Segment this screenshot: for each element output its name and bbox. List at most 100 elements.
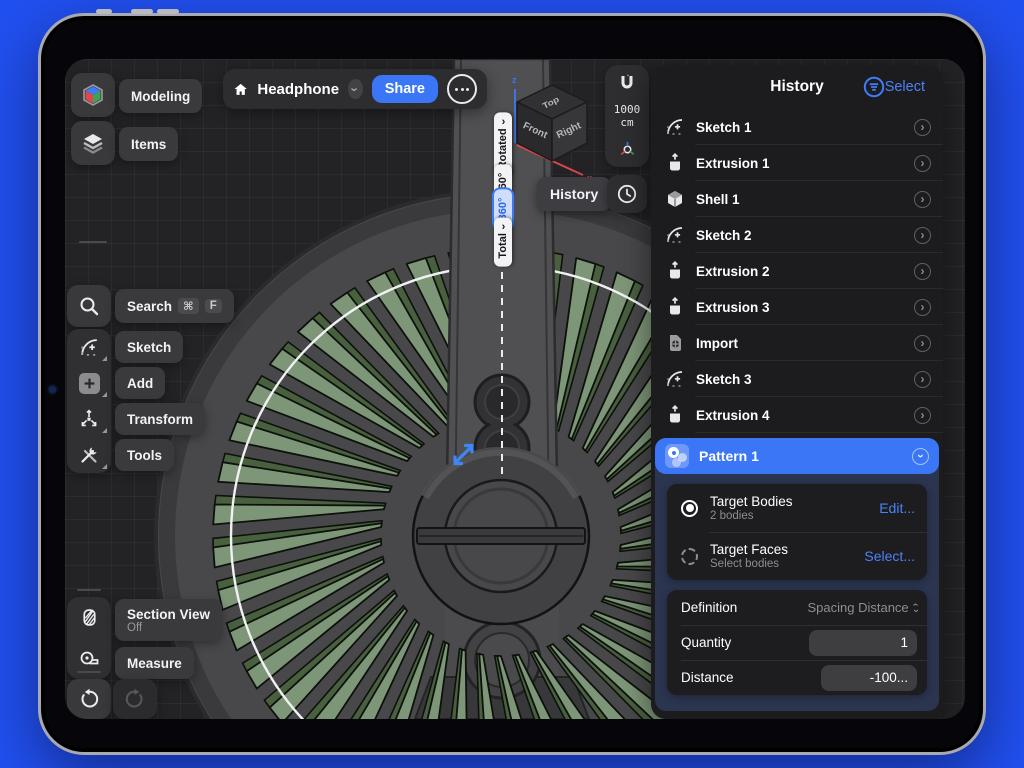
history-list: Sketch 1 › Extrusion 1 › Shell 1 › Sketc… xyxy=(651,109,943,433)
items-label[interactable]: Items xyxy=(119,127,178,161)
shell-icon xyxy=(665,189,685,209)
transform-icon xyxy=(78,408,100,430)
transform-tool-button[interactable] xyxy=(67,401,111,437)
definition-row[interactable]: Definition Spacing Distance ›› xyxy=(667,590,927,625)
history-item[interactable]: Extrusion 4 › xyxy=(651,397,943,433)
history-item[interactable]: Sketch 2 › xyxy=(651,217,943,253)
sketch-label[interactable]: Sketch xyxy=(115,331,183,363)
chevron-up-down-icon: ›› xyxy=(914,602,917,613)
document-bar: Headphone › Share xyxy=(223,69,487,109)
definition-value[interactable]: Spacing Distance xyxy=(807,600,908,615)
section-view-state: Off xyxy=(127,622,142,634)
target-bodies-row[interactable]: Target Bodies 2 bodies Edit... xyxy=(667,484,927,532)
view-cube[interactable]: z x Top Front Right xyxy=(495,69,615,189)
sketch-icon xyxy=(665,117,685,137)
search-label[interactable]: Search ⌘ F xyxy=(115,289,234,323)
share-button[interactable]: Share xyxy=(372,75,438,103)
history-item[interactable]: Sketch 3 › xyxy=(651,361,943,397)
add-icon xyxy=(79,373,100,394)
edit-bodies-button[interactable]: Edit... xyxy=(879,500,915,516)
target-faces-row[interactable]: Target Faces Select bodies Select... xyxy=(667,532,927,580)
orientation-gizmo-icon[interactable] xyxy=(618,140,637,159)
extrusion-icon xyxy=(665,297,685,317)
history-item[interactable]: Shell 1 › xyxy=(651,181,943,217)
redo-button[interactable] xyxy=(113,679,157,719)
pattern-detail-block: Pattern 1 › Target Bodies 2 bodies Edit.… xyxy=(655,438,939,711)
tools-tool-button[interactable] xyxy=(67,437,111,473)
extrusion-icon xyxy=(665,153,685,173)
magnet-snap-icon[interactable] xyxy=(617,73,637,93)
clock-icon xyxy=(616,183,638,205)
section-view-button[interactable] xyxy=(67,597,111,638)
chevron-right-circle-icon[interactable]: › xyxy=(914,227,931,244)
chevron-down-icon: › xyxy=(501,117,505,128)
view-tools-group xyxy=(67,597,111,679)
chevron-right-circle-icon[interactable]: › xyxy=(914,407,931,424)
sketch-icon xyxy=(665,225,685,245)
z-axis-label: z xyxy=(512,75,517,85)
toolbar-divider xyxy=(79,241,107,243)
document-title[interactable]: Headphone xyxy=(257,81,339,98)
history-tooltip: History xyxy=(537,177,611,211)
pattern-icon xyxy=(665,444,689,468)
add-label[interactable]: Add xyxy=(115,367,165,399)
add-tool-button[interactable] xyxy=(67,365,111,401)
search-button[interactable] xyxy=(67,285,111,327)
chevron-right-circle-icon[interactable]: › xyxy=(914,155,931,172)
history-item[interactable]: Extrusion 1 › xyxy=(651,145,943,181)
history-item-selected[interactable]: Pattern 1 › xyxy=(655,438,939,474)
section-view-label[interactable]: Section View Off xyxy=(115,599,222,641)
f-keycap: F xyxy=(205,299,222,313)
history-item[interactable]: Import › xyxy=(651,325,943,361)
sketch-icon xyxy=(665,369,685,389)
layers-icon xyxy=(81,131,105,155)
extrusion-icon xyxy=(665,405,685,425)
transform-label[interactable]: Transform xyxy=(115,403,205,435)
modeling-label[interactable]: Modeling xyxy=(119,79,202,113)
total-angle-pill[interactable]: Total› xyxy=(494,217,512,266)
document-menu-chevron[interactable]: › xyxy=(348,79,363,99)
modeling-cube-icon xyxy=(80,82,106,108)
chevron-down-icon: › xyxy=(501,222,505,233)
chevron-right-circle-icon[interactable]: › xyxy=(914,119,931,136)
tool-group xyxy=(67,329,111,473)
history-item[interactable]: Extrusion 2 › xyxy=(651,253,943,289)
volume-up-button xyxy=(131,9,153,14)
sketch-tool-button[interactable] xyxy=(67,329,111,365)
chevron-right-circle-icon[interactable]: › xyxy=(914,191,931,208)
tools-wrench-icon xyxy=(78,444,100,466)
sketch-icon xyxy=(79,337,100,358)
distance-row: Distance -100... xyxy=(667,660,927,695)
toolbar-divider xyxy=(77,671,101,673)
section-view-icon xyxy=(79,607,100,628)
chevron-right-circle-icon[interactable]: › xyxy=(914,299,931,316)
history-clock-button[interactable] xyxy=(607,175,647,213)
home-icon[interactable] xyxy=(233,79,248,100)
radio-dashed-icon xyxy=(681,548,698,565)
select-button[interactable]: Select xyxy=(879,65,931,109)
search-icon xyxy=(78,295,100,317)
measure-label[interactable]: Measure xyxy=(115,647,194,679)
select-faces-button[interactable]: Select... xyxy=(864,548,915,564)
history-header: History Select xyxy=(651,65,943,109)
modeling-button[interactable] xyxy=(71,73,115,117)
distance-input[interactable]: -100... xyxy=(821,665,917,691)
radio-filled-icon xyxy=(681,500,698,517)
ipad-device: Modeling Items Headphone › Share xyxy=(38,13,986,755)
chevron-down-circle-icon[interactable]: › xyxy=(912,448,929,465)
tools-label[interactable]: Tools xyxy=(115,439,174,471)
more-options-button[interactable] xyxy=(447,74,477,104)
toolbar-divider xyxy=(77,589,101,591)
chevron-right-circle-icon[interactable]: › xyxy=(914,371,931,388)
items-button[interactable] xyxy=(71,121,115,165)
chevron-right-circle-icon[interactable]: › xyxy=(914,263,931,280)
redo-icon xyxy=(124,688,146,710)
cmd-keycap: ⌘ xyxy=(178,298,199,314)
chevron-right-circle-icon[interactable]: › xyxy=(914,335,931,352)
pivot-hub[interactable] xyxy=(413,448,589,624)
history-item[interactable]: Sketch 1 › xyxy=(651,109,943,145)
quantity-input[interactable]: 1 xyxy=(809,630,917,656)
undo-button[interactable] xyxy=(67,679,111,719)
history-item[interactable]: Extrusion 3 › xyxy=(651,289,943,325)
grid-scale-value: 1000 cm xyxy=(614,104,641,129)
